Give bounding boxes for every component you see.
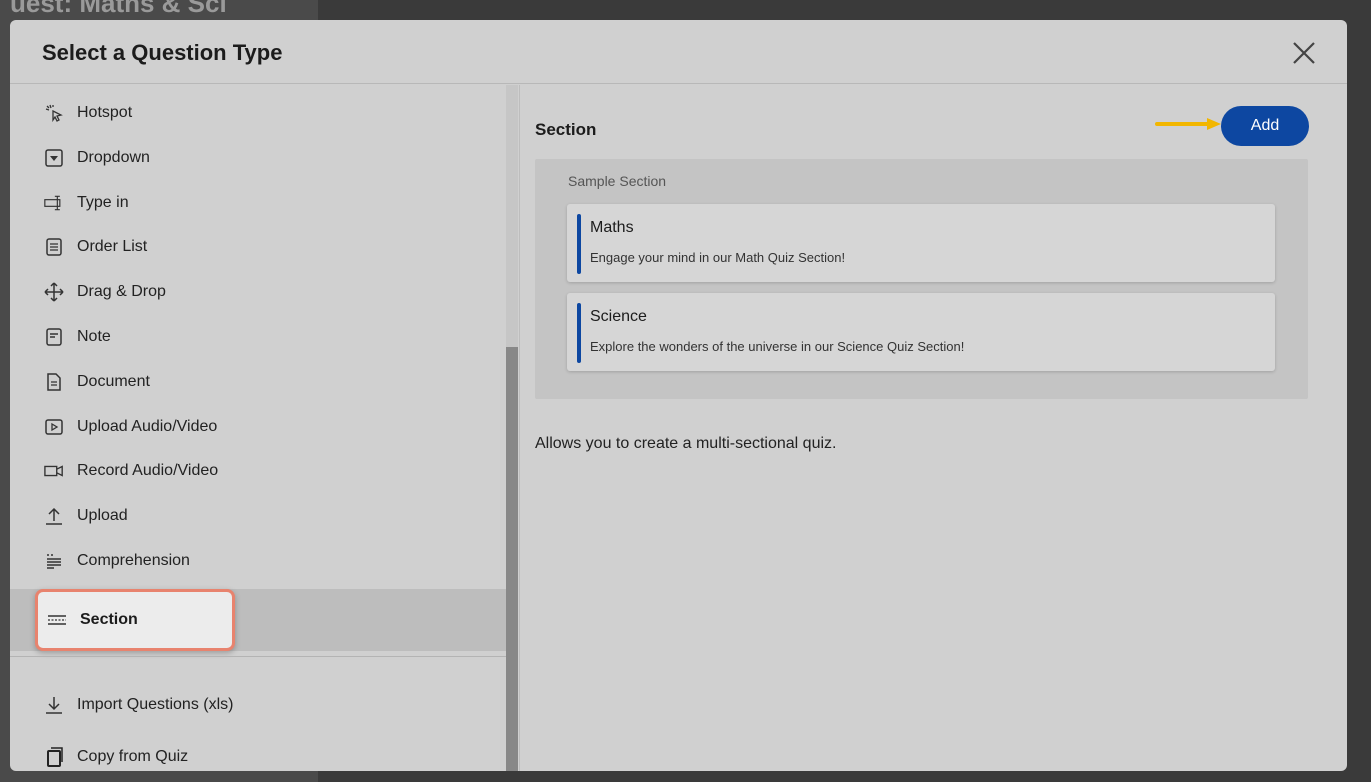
preview-title: Section: [535, 120, 597, 139]
question-type-label: Dropdown: [77, 149, 150, 166]
order-list-icon: [43, 236, 65, 258]
add-button[interactable]: Add: [1221, 106, 1309, 146]
close-icon: [1293, 42, 1315, 64]
copy-icon: [43, 746, 65, 768]
question-type-list-panel: Hotspot Dropdown Type in Order List Drag…: [10, 85, 520, 771]
question-type-label: Hotspot: [77, 104, 133, 121]
question-type-label: Upload: [77, 507, 128, 524]
question-type-hotspot[interactable]: Hotspot: [10, 93, 506, 133]
upload-video-icon: [43, 416, 65, 438]
question-type-label: Drag & Drop: [77, 283, 166, 300]
drag-drop-icon: [43, 281, 65, 303]
question-type-section[interactable]: Section: [35, 589, 235, 651]
card-title: Science: [590, 308, 647, 325]
question-type-label: Note: [77, 328, 111, 345]
question-type-description: Allows you to create a multi-sectional q…: [535, 435, 837, 452]
question-type-type-in[interactable]: Type in: [10, 183, 506, 223]
question-type-upload-audio-video[interactable]: Upload Audio/Video: [10, 407, 506, 447]
question-type-comprehension[interactable]: Comprehension: [10, 541, 506, 581]
question-type-dropdown[interactable]: Dropdown: [10, 138, 506, 178]
question-type-label: Comprehension: [77, 552, 190, 569]
question-type-document[interactable]: Document: [10, 362, 506, 402]
question-type-order-list[interactable]: Order List: [10, 227, 506, 267]
section-card-maths: Maths Engage your mind in our Math Quiz …: [567, 204, 1275, 282]
divider: [10, 656, 506, 657]
note-icon: [43, 326, 65, 348]
question-type-note[interactable]: Note: [10, 317, 506, 357]
scrollbar-thumb[interactable]: [506, 347, 518, 771]
dialog-header: Select a Question Type: [10, 20, 1347, 84]
sample-section-label: Sample Section: [568, 173, 667, 189]
card-description: Engage your mind in our Math Quiz Sectio…: [590, 250, 846, 265]
section-preview: Sample Section Maths Engage your mind in…: [535, 159, 1308, 399]
comprehension-icon: [43, 550, 65, 572]
question-type-label: Type in: [77, 194, 129, 211]
question-type-label: Upload Audio/Video: [77, 418, 218, 435]
preview-panel: Section Add Sample Section Maths Engage …: [521, 85, 1347, 771]
document-icon: [43, 371, 65, 393]
card-accent-bar: [577, 303, 581, 363]
question-type-dialog: Select a Question Type Hotspot Dropdown: [10, 20, 1347, 771]
card-title: Maths: [590, 219, 634, 236]
section-card-science: Science Explore the wonders of the unive…: [567, 293, 1275, 371]
dialog-title: Select a Question Type: [42, 40, 283, 65]
question-type-label: Order List: [77, 238, 148, 255]
import-questions-item[interactable]: Import Questions (xls): [10, 685, 506, 725]
card-accent-bar: [577, 214, 581, 274]
backdrop-quiz-title: uest: Maths & Sci: [10, 0, 227, 18]
question-type-upload[interactable]: Upload: [10, 496, 506, 536]
record-video-icon: [43, 460, 65, 482]
copy-from-quiz-item[interactable]: Copy from Quiz: [10, 737, 506, 771]
type-in-icon: [43, 192, 65, 214]
copy-from-quiz-label: Copy from Quiz: [77, 748, 189, 765]
dropdown-icon: [43, 147, 65, 169]
import-icon: [43, 694, 65, 716]
hotspot-icon: [43, 102, 65, 124]
question-type-label: Section: [80, 611, 138, 628]
question-type-record-audio-video[interactable]: Record Audio/Video: [10, 451, 506, 491]
question-type-label: Document: [77, 373, 150, 390]
card-description: Explore the wonders of the universe in o…: [590, 339, 965, 354]
close-button[interactable]: [1289, 38, 1319, 68]
question-type-drag-drop[interactable]: Drag & Drop: [10, 272, 506, 312]
upload-icon: [43, 505, 65, 527]
question-type-label: Record Audio/Video: [77, 462, 219, 479]
section-icon: [46, 609, 68, 631]
pointer-arrow-icon: [1155, 118, 1221, 130]
import-questions-label: Import Questions (xls): [77, 696, 234, 713]
